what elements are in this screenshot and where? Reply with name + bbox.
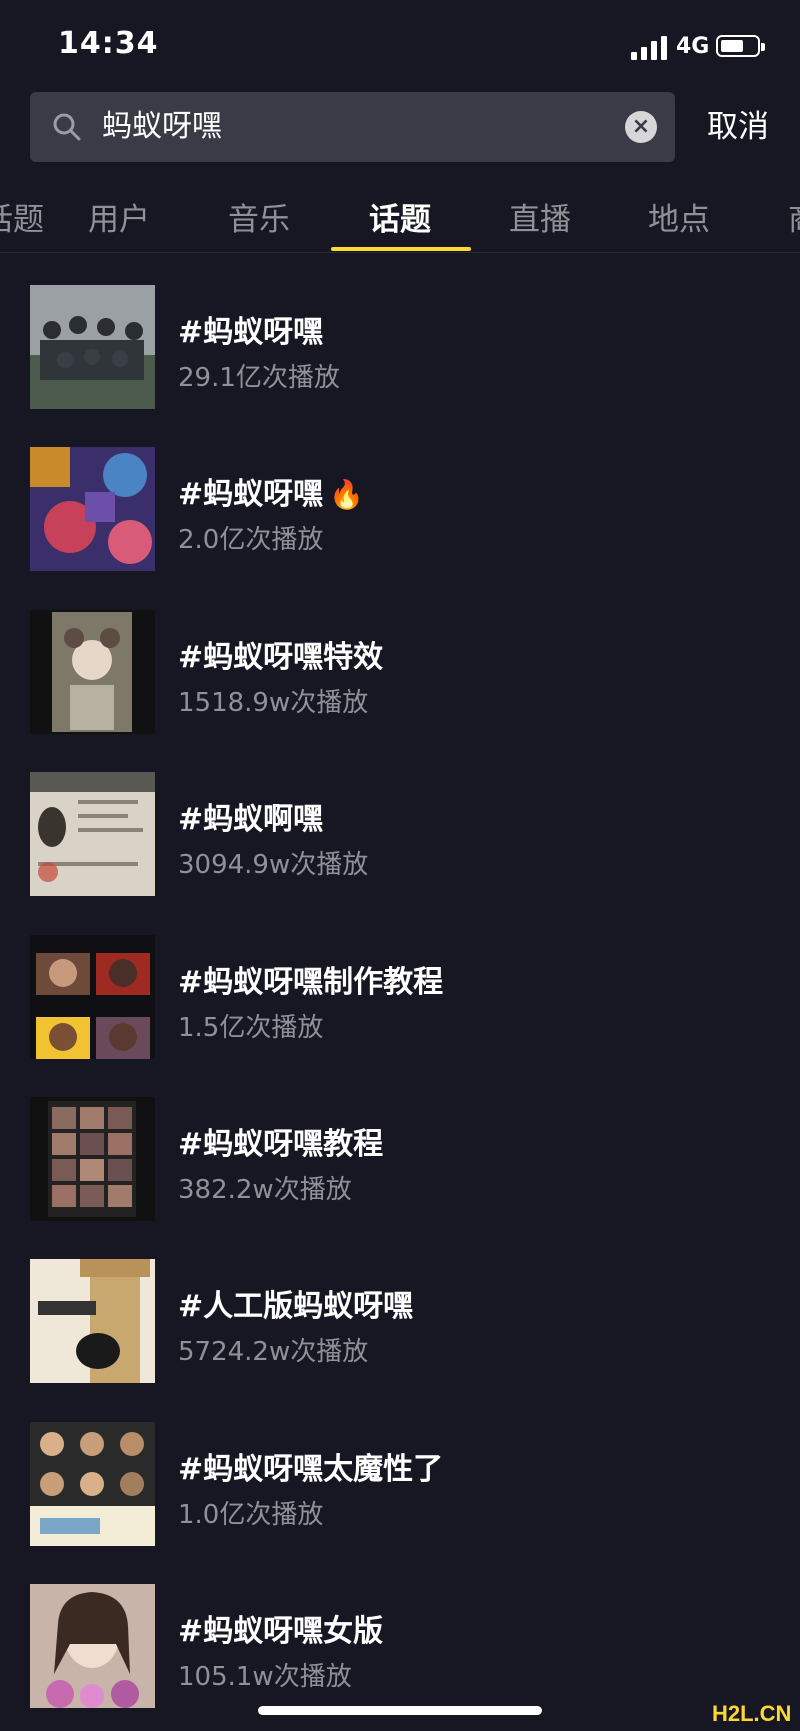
status-time: 14:34 bbox=[58, 26, 159, 61]
tab-music[interactable]: 音乐 bbox=[228, 194, 290, 239]
play-count: 3094.9w次播放 bbox=[178, 850, 369, 880]
status-bar: 14:34 4G bbox=[0, 0, 800, 92]
topic-thumbnail bbox=[30, 1584, 155, 1708]
list-item[interactable]: #蚂蚁呀嘿制作教程 1.5亿次播放 bbox=[0, 935, 800, 1059]
list-item[interactable]: #蚂蚁呀嘿 🔥 2.0亿次播放 bbox=[0, 447, 800, 571]
topic-thumbnail bbox=[30, 1259, 155, 1383]
search-input[interactable]: 蚂蚁呀嘿 bbox=[102, 92, 222, 162]
fire-icon: 🔥 bbox=[329, 478, 365, 511]
play-count: 29.1亿次播放 bbox=[178, 363, 340, 393]
list-item[interactable]: #蚂蚁呀嘿女版 105.1w次播放 bbox=[0, 1584, 800, 1708]
topic-title: #蚂蚁呀嘿制作教程 bbox=[178, 965, 444, 1000]
topic-thumbnail bbox=[30, 447, 155, 571]
play-count: 1518.9w次播放 bbox=[178, 688, 369, 718]
tab-live[interactable]: 直播 bbox=[509, 194, 571, 239]
tab-shop-partial[interactable]: 商 bbox=[788, 194, 800, 239]
topic-thumbnail bbox=[30, 772, 155, 896]
signal-icon bbox=[631, 34, 669, 60]
play-count: 382.2w次播放 bbox=[178, 1175, 352, 1205]
list-item[interactable]: #蚂蚁呀嘿教程 382.2w次播放 bbox=[0, 1097, 800, 1221]
play-count: 105.1w次播放 bbox=[178, 1662, 352, 1692]
play-count: 5724.2w次播放 bbox=[178, 1337, 369, 1367]
topic-title: #蚂蚁呀嘿特效 bbox=[178, 640, 384, 675]
list-item[interactable]: #蚂蚁呀嘿 29.1亿次播放 bbox=[0, 285, 800, 409]
topic-thumbnail bbox=[30, 935, 155, 1059]
battery-icon bbox=[716, 35, 765, 57]
topic-title: #蚂蚁呀嘿太魔性了 bbox=[178, 1452, 444, 1487]
tab-users[interactable]: 用户 bbox=[88, 194, 150, 239]
watermark-logo: H2L.CN bbox=[712, 1701, 792, 1726]
tab-topic-partial[interactable]: 话题 bbox=[0, 194, 44, 239]
list-item[interactable]: #蚂蚁啊嘿 3094.9w次播放 bbox=[0, 772, 800, 896]
topic-thumbnail bbox=[30, 610, 155, 734]
topic-title: #蚂蚁啊嘿 bbox=[178, 802, 324, 837]
search-bar[interactable]: 蚂蚁呀嘿 × bbox=[30, 92, 675, 162]
list-item[interactable]: #人工版蚂蚁呀嘿 5724.2w次播放 bbox=[0, 1259, 800, 1383]
active-tab-indicator bbox=[331, 247, 471, 251]
topic-title: #蚂蚁呀嘿 bbox=[178, 315, 324, 350]
topic-thumbnail bbox=[30, 285, 155, 409]
home-indicator[interactable] bbox=[258, 1706, 542, 1715]
list-item[interactable]: #蚂蚁呀嘿特效 1518.9w次播放 bbox=[0, 610, 800, 734]
search-icon bbox=[53, 113, 81, 141]
topic-title: #蚂蚁呀嘿女版 bbox=[178, 1614, 384, 1649]
topic-title: #蚂蚁呀嘿 🔥 bbox=[178, 477, 365, 512]
cancel-button[interactable]: 取消 bbox=[707, 103, 769, 151]
play-count: 1.5亿次播放 bbox=[178, 1013, 324, 1043]
network-type: 4G bbox=[676, 34, 710, 59]
play-count: 2.0亿次播放 bbox=[178, 525, 324, 555]
tab-topics[interactable]: 话题 bbox=[369, 194, 431, 239]
topic-thumbnail bbox=[30, 1097, 155, 1221]
topic-title: #蚂蚁呀嘿教程 bbox=[178, 1127, 384, 1162]
topic-thumbnail bbox=[30, 1422, 155, 1546]
category-tabs: 话题 用户 音乐 话题 直播 地点 商 bbox=[0, 180, 800, 253]
topic-title: #人工版蚂蚁呀嘿 bbox=[178, 1289, 414, 1324]
play-count: 1.0亿次播放 bbox=[178, 1500, 324, 1530]
list-item[interactable]: #蚂蚁呀嘿太魔性了 1.0亿次播放 bbox=[0, 1422, 800, 1546]
clear-icon[interactable]: × bbox=[625, 111, 657, 143]
tab-places[interactable]: 地点 bbox=[648, 194, 710, 239]
